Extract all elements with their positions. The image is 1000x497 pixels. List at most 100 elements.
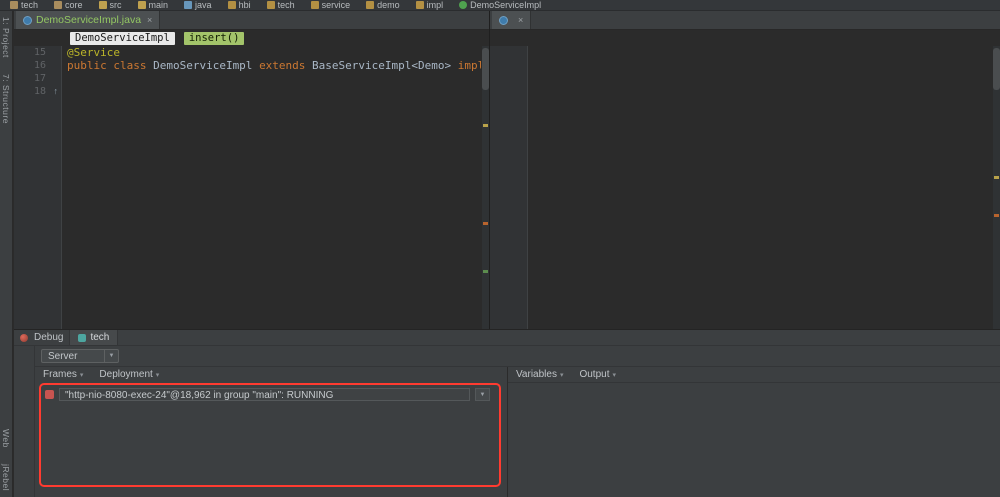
scrollbar-thumb[interactable] xyxy=(993,48,1000,90)
red-annotation-box-frames: "http-nio-8080-exec-24"@18,962 in group … xyxy=(39,383,501,487)
breadcrumb-label: tech xyxy=(21,0,38,10)
breadcrumb-item-service[interactable]: service xyxy=(311,0,351,10)
breadcrumb-item-main[interactable]: main xyxy=(138,0,169,10)
left-tool-stripe: 1: Project 7: Structure Web jRebel xyxy=(0,11,13,497)
editor-scrollbar[interactable] xyxy=(482,46,489,329)
tab-deployment[interactable]: Deployment ▾ xyxy=(99,369,159,380)
breadcrumb-label: src xyxy=(110,0,122,10)
breadcrumb-label: demo xyxy=(377,0,400,10)
chevron-down-icon: ▾ xyxy=(156,371,160,379)
error-stripe-mark[interactable] xyxy=(483,124,488,127)
editor-pane-controller: × xyxy=(490,11,1000,329)
editor-tab[interactable]: DemoServiceImpl.java × xyxy=(16,11,160,29)
editor-tabs: × xyxy=(490,11,1000,30)
breadcrumb-item-DemoServiceImpl[interactable]: DemoServiceImpl xyxy=(459,0,541,10)
frames-column: Frames ▾ Deployment ▾ "http-nio-8080-exe… xyxy=(35,367,507,497)
line-number[interactable]: 17 xyxy=(34,73,46,84)
code-area[interactable] xyxy=(528,46,1000,329)
editor-tab[interactable]: × xyxy=(492,11,531,29)
line-number[interactable]: 18 xyxy=(34,86,46,97)
tool-window-button-web[interactable]: Web xyxy=(1,429,11,448)
editor-gutter xyxy=(490,46,528,329)
error-stripe-mark[interactable] xyxy=(483,270,488,273)
server-selector-label: Server xyxy=(48,351,77,362)
scrollbar-thumb[interactable] xyxy=(482,48,489,90)
editor-breadcrumbs: DemoServiceImpl insert() xyxy=(14,30,489,47)
tool-window-button-jrebel[interactable]: jRebel xyxy=(1,464,11,491)
editor-scrollbar[interactable] xyxy=(993,46,1000,329)
breadcrumb-label: core xyxy=(65,0,83,10)
breadcrumb-item-impl[interactable]: impl xyxy=(416,0,444,10)
tab-frames[interactable]: Frames ▾ xyxy=(43,369,83,380)
line-number[interactable]: 16 xyxy=(34,60,46,71)
code-area[interactable]: @Servicepublic class DemoServiceImpl ext… xyxy=(62,46,489,329)
close-tab-icon[interactable]: × xyxy=(518,15,523,25)
debug-header: Debug tech xyxy=(14,330,1000,346)
debug-session-tab-label: tech xyxy=(90,332,109,343)
close-tab-icon[interactable]: × xyxy=(147,15,152,25)
java-class-icon xyxy=(499,16,508,25)
thread-icon xyxy=(45,390,54,399)
tab-output[interactable]: Output ▾ xyxy=(579,369,616,380)
breadcrumb-label: java xyxy=(195,0,212,10)
editor-breadcrumb[interactable]: DemoServiceImpl xyxy=(70,32,175,45)
breadcrumb-item-tech[interactable]: tech xyxy=(10,0,38,10)
chevron-down-icon: ▾ xyxy=(560,371,564,379)
stripe-top: 1: Project 7: Structure xyxy=(1,17,11,124)
breadcrumb-label: hbi xyxy=(239,0,251,10)
java-class-icon xyxy=(23,16,32,25)
server-selector[interactable]: Server ▼ xyxy=(41,349,119,363)
breadcrumb-label: tech xyxy=(278,0,295,10)
debug-session-tab[interactable]: tech xyxy=(69,330,118,345)
breadcrumb-item-core[interactable]: core xyxy=(54,0,83,10)
breadcrumb-item-demo[interactable]: demo xyxy=(366,0,400,10)
chevron-down-icon: ▾ xyxy=(80,371,84,379)
tab-label: Frames xyxy=(43,369,77,380)
module-icon xyxy=(10,1,18,9)
breadcrumb-label: service xyxy=(322,0,351,10)
variables-column: Variables ▾ Output ▾ xyxy=(507,367,1000,497)
breadcrumb-item-java[interactable]: java xyxy=(184,0,212,10)
class-icon xyxy=(459,1,467,9)
package-icon xyxy=(366,1,374,9)
run-configuration-icon xyxy=(78,334,86,342)
editor-gutter: 15 16 17 18 ↑ xyxy=(14,46,62,329)
tool-window-button-structure[interactable]: 7: Structure xyxy=(1,74,11,124)
source-folder-icon xyxy=(184,1,192,9)
error-stripe-mark[interactable] xyxy=(994,214,999,217)
editor-split: DemoServiceImpl.java × DemoServiceImpl in… xyxy=(14,11,1000,329)
line-number[interactable]: 15 xyxy=(34,47,46,58)
breadcrumb-item-hbi[interactable]: hbi xyxy=(228,0,251,10)
implementing-method-icon[interactable]: ↑ xyxy=(54,86,59,97)
package-icon xyxy=(416,1,424,9)
folder-icon xyxy=(138,1,146,9)
tab-label: Variables xyxy=(516,369,557,380)
editor-tab-label: DemoServiceImpl.java xyxy=(36,14,141,26)
debug-panel: Debug tech Server ▼ Frames ▾ xyxy=(14,329,1000,497)
folder-icon xyxy=(99,1,107,9)
chevron-down-icon: ▼ xyxy=(104,350,118,362)
thread-selector[interactable]: "http-nio-8080-exec-24"@18,962 in group … xyxy=(59,388,470,401)
editor-tabs: DemoServiceImpl.java × xyxy=(14,11,489,30)
breadcrumb-item-tech[interactable]: tech xyxy=(267,0,295,10)
package-icon xyxy=(267,1,275,9)
thread-dropdown-button[interactable]: ▼ xyxy=(475,388,490,401)
stripe-bottom: Web jRebel xyxy=(1,429,11,491)
tool-window-button-project[interactable]: 1: Project xyxy=(1,17,11,58)
breadcrumb-label: main xyxy=(149,0,169,10)
tab-variables[interactable]: Variables ▾ xyxy=(516,369,563,380)
editor-breadcrumb[interactable]: insert() xyxy=(184,32,245,45)
package-icon xyxy=(311,1,319,9)
breadcrumb-bar: tech core src main java hbi tech service demo imp… xyxy=(0,0,1000,11)
error-stripe-mark[interactable] xyxy=(483,222,488,225)
package-icon xyxy=(228,1,236,9)
debug-title: Debug xyxy=(34,332,63,343)
editor-body xyxy=(490,46,1000,329)
module-icon xyxy=(54,1,62,9)
code-line: @Service xyxy=(62,46,481,59)
error-stripe-mark[interactable] xyxy=(994,176,999,179)
variables-list xyxy=(508,383,1000,387)
debug-toolbar: Server ▼ xyxy=(35,346,1000,367)
breadcrumb-item-src[interactable]: src xyxy=(99,0,122,10)
breadcrumb-label: impl xyxy=(427,0,444,10)
